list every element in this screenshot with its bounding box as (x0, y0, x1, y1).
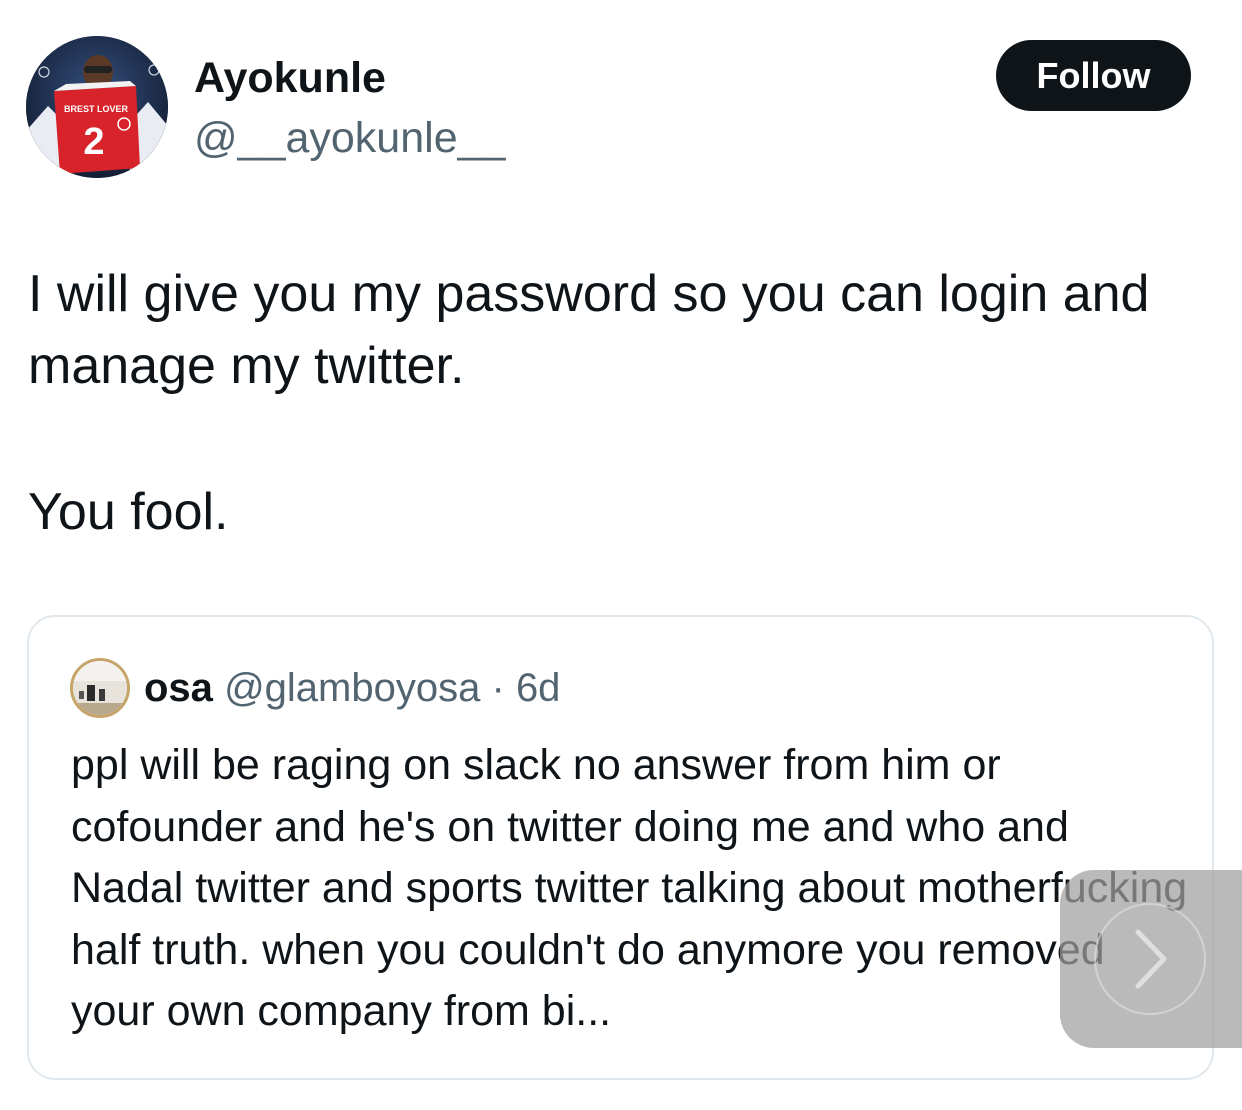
quoted-tweet-text: ppl will be raging on slack no answer fr… (71, 741, 1188, 1035)
quoted-tweet-time[interactable]: 6d (516, 666, 561, 710)
avatar-photo-icon: BREST LOVER 2 (26, 36, 168, 178)
quoted-author-name[interactable]: osa (144, 666, 213, 710)
quoted-tweet-header: osa @glamboyosa · 6d (144, 663, 560, 713)
tweet-text: I will give you my password so you can l… (28, 258, 1218, 548)
next-button[interactable] (1060, 870, 1242, 1048)
svg-text:BREST LOVER: BREST LOVER (64, 104, 129, 114)
quoted-avatar-photo-icon (73, 661, 127, 715)
follow-button[interactable]: Follow (996, 40, 1191, 111)
chevron-right-icon (1135, 929, 1167, 989)
separator-dot: · (491, 666, 505, 710)
tweet-text-line: You fool. (28, 483, 229, 541)
tweet-text-line: I will give you my password so you can l… (28, 265, 1150, 395)
author-avatar[interactable]: BREST LOVER 2 (26, 36, 168, 178)
author-display-name[interactable]: Ayokunle (194, 52, 386, 104)
quoted-tweet-card[interactable]: osa @glamboyosa · 6d ppl will be raging … (27, 615, 1214, 1080)
tweet-view: BREST LOVER 2 Ayokunle @__ayokunle__ Fol… (0, 0, 1242, 1110)
author-handle[interactable]: @__ayokunle__ (194, 112, 505, 164)
quoted-author-avatar[interactable] (70, 658, 130, 718)
svg-text:2: 2 (83, 121, 104, 163)
quoted-author-handle[interactable]: @glamboyosa (224, 666, 480, 710)
